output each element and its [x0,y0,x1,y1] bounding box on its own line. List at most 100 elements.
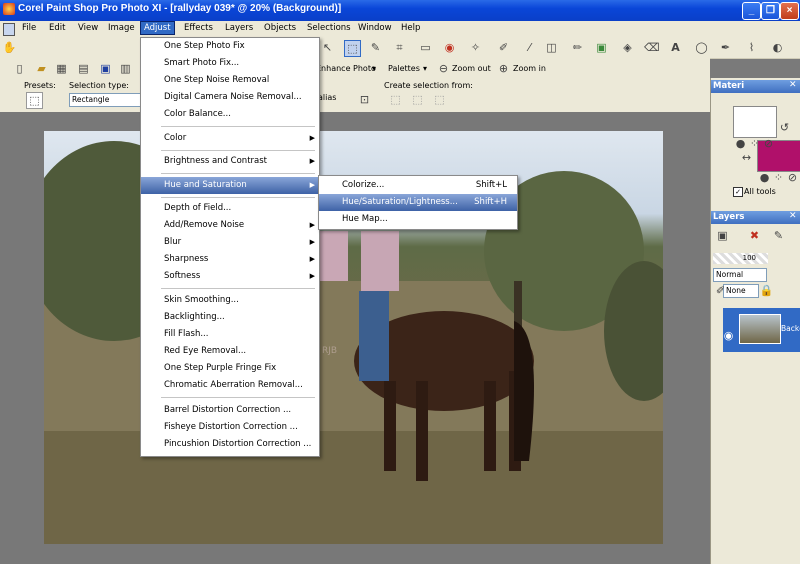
menu-item-add-remove-noise[interactable]: Add/Remove Noise ▶ [141,217,319,234]
color-mode-icon[interactable]: ● [733,136,748,151]
menu-view[interactable]: View [78,23,98,33]
delete-layer-icon[interactable]: ✖ [747,228,762,243]
scratch-remover-icon[interactable]: ⁄ [522,40,537,55]
enhance-photo-button[interactable]: Enhance Photo [316,64,376,73]
menu-item-one-step-noise-removal[interactable]: One Step Noise Removal [141,72,319,89]
pen-tool-icon[interactable]: ✒ [718,40,733,55]
menu-file[interactable]: File [22,23,36,33]
menu-layers[interactable]: Layers [225,23,253,33]
eraser-icon[interactable]: ⌫ [644,40,660,55]
preset-shape-icon[interactable]: ◯ [694,40,709,55]
menu-selections[interactable]: Selections [307,23,351,33]
menu-item-pincushion-distortion[interactable]: Pincushion Distortion Correction ... [141,436,319,453]
layer-row-background[interactable]: Backg ◉ [723,308,800,352]
close-palette-icon[interactable]: ✕ [789,80,797,90]
mask-select[interactable]: None [723,284,759,298]
clone-brush-icon[interactable]: ✐ [496,40,511,55]
makeover-icon[interactable]: ✧ [468,40,483,55]
crop-icon[interactable]: ⌗ [392,40,407,55]
close-button[interactable]: × [780,2,799,20]
menu-item-backlighting[interactable]: Backlighting... [141,309,319,326]
zoom-in-icon[interactable]: ⊕ [496,61,511,76]
red-eye-icon[interactable]: ◉ [442,40,457,55]
swap-materials-icon[interactable]: ↔ [739,150,754,165]
selection-type-select[interactable]: Rectangle [69,93,141,107]
selection-mode-icon[interactable]: ⊡ [357,92,372,107]
browse-icon[interactable]: ▦ [54,61,69,76]
antialias-checkbox-label[interactable]: alias [318,93,336,102]
menu-item-hue-map[interactable]: Hue Map... [319,211,517,228]
opacity-field[interactable]: 100 [713,253,768,264]
new-file-icon[interactable]: ▯ [12,61,27,76]
zoom-out-button[interactable]: Zoom out [452,64,491,73]
maximize-button[interactable]: ❐ [761,2,780,20]
materials-palette-header[interactable]: Materi [711,80,800,93]
new-layer-icon[interactable]: ▣ [715,228,730,243]
menu-help[interactable]: Help [401,23,420,33]
straighten-icon[interactable]: ▭ [418,40,433,55]
mesh-warp-icon[interactable]: ◐ [770,40,785,55]
foreground-swatch[interactable] [733,106,777,138]
palettes-button[interactable]: Palettes [388,64,420,73]
menu-edit[interactable]: Edit [49,23,65,33]
blend-mode-select[interactable]: Normal [713,268,767,282]
menu-item-red-eye-removal[interactable]: Red Eye Removal... [141,343,319,360]
selection-from-layer-icon[interactable]: ⬚ [410,92,425,107]
selection-from-canvas-icon[interactable]: ⬚ [388,92,403,107]
scan-icon[interactable]: ▤ [76,61,91,76]
layer-properties-icon[interactable]: ✎ [771,228,786,243]
save-icon[interactable]: ▣ [98,61,113,76]
menu-item-hue-and-saturation[interactable]: Hue and Saturation ▶ [141,177,319,194]
dodge-icon[interactable]: ◫ [544,40,559,55]
chevron-down-icon[interactable]: ▾ [372,64,376,73]
bg-transparent-mode-icon[interactable]: ⊘ [785,170,800,185]
menu-image[interactable]: Image [108,23,135,33]
menu-item-colorize[interactable]: Colorize... Shift+L [319,177,517,194]
menu-item-purple-fringe-fix[interactable]: One Step Purple Fringe Fix [141,360,319,377]
warp-brush-icon[interactable]: ⌇ [744,40,759,55]
chevron-down-icon[interactable]: ▾ [423,64,427,73]
menu-adjust[interactable]: Adjust [140,21,175,35]
menu-item-color[interactable]: Color ▶ [141,130,319,147]
open-folder-icon[interactable]: ▰ [34,61,49,76]
menu-item-blur[interactable]: Blur ▶ [141,234,319,251]
menu-item-fisheye-distortion[interactable]: Fisheye Distortion Correction ... [141,419,319,436]
close-layers-icon[interactable]: ✕ [789,211,797,221]
menu-item-digital-camera-noise-removal[interactable]: Digital Camera Noise Removal... [141,89,319,106]
gradient-mode-icon[interactable]: ⁘ [747,136,762,151]
zoom-out-icon[interactable]: ⊖ [436,61,451,76]
menu-item-smart-photo-fix[interactable]: Smart Photo Fix... [141,55,319,72]
selection-from-layers-icon[interactable]: ⬚ [432,92,447,107]
selection-tool-icon[interactable]: ⬚ [344,40,361,57]
menu-item-barrel-distortion[interactable]: Barrel Distortion Correction ... [141,402,319,419]
transparent-mode-icon[interactable]: ⊘ [761,136,776,151]
menu-item-softness[interactable]: Softness ▶ [141,268,319,285]
menu-window[interactable]: Window [358,23,392,33]
text-tool-icon[interactable]: A [668,40,683,55]
menu-item-fill-flash[interactable]: Fill Flash... [141,326,319,343]
menu-effects[interactable]: Effects [184,23,213,33]
presets-dropdown[interactable]: ⬚ [26,92,43,109]
menu-item-chromatic-aberration[interactable]: Chromatic Aberration Removal... [141,377,319,394]
menu-objects[interactable]: Objects [264,23,296,33]
paint-brush-icon[interactable]: ✏ [570,40,585,55]
menu-item-one-step-photo-fix[interactable]: One Step Photo Fix [141,38,319,55]
swap-colors-icon[interactable]: ↺ [777,120,792,135]
minimize-button[interactable]: _ [742,2,761,20]
lock-icon[interactable]: 🔒 [759,283,774,298]
layers-palette-header[interactable]: Layers [711,211,800,224]
dropper-icon[interactable]: ✎ [368,40,383,55]
menu-item-color-balance[interactable]: Color Balance... [141,106,319,123]
menu-item-sharpness[interactable]: Sharpness ▶ [141,251,319,268]
flood-fill-icon[interactable]: ◈ [620,40,635,55]
visibility-eye-icon[interactable]: ◉ [721,328,736,343]
color-replacer-icon[interactable]: ▣ [594,40,609,55]
pan-icon[interactable]: ✋ [2,40,17,55]
zoom-in-button[interactable]: Zoom in [513,64,546,73]
menu-item-depth-of-field[interactable]: Depth of Field... [141,200,319,217]
print-icon[interactable]: ▥ [118,61,133,76]
menu-item-skin-smoothing[interactable]: Skin Smoothing... [141,292,319,309]
menu-item-hue-saturation-lightness[interactable]: Hue/Saturation/Lightness... Shift+H [319,194,517,211]
menu-item-brightness-contrast[interactable]: Brightness and Contrast ▶ [141,153,319,170]
pick-tool-icon[interactable]: ↖ [320,40,335,55]
